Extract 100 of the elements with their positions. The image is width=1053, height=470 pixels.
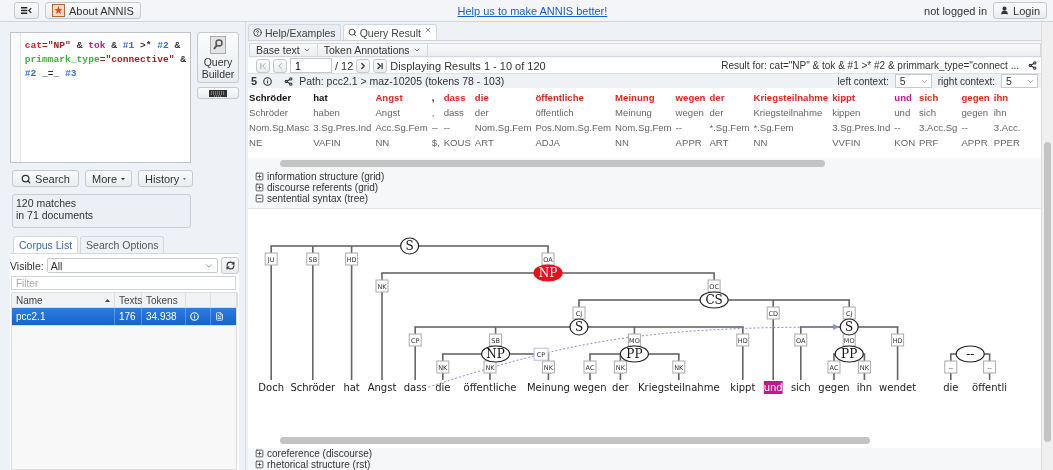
token: Schröder (290, 382, 336, 393)
filter-field[interactable]: Filter (11, 276, 236, 290)
token: öffentli (972, 382, 1008, 393)
annotation-text: Angst (375, 106, 400, 120)
annotation-text: Acc.Sg.Fem (375, 121, 428, 135)
info-icon[interactable] (263, 76, 273, 86)
menu-item[interactable]: Token Annotations (317, 44, 428, 56)
scrollbar-thumb[interactable] (280, 160, 825, 167)
refresh-button[interactable] (221, 257, 239, 274)
token-text: sich (919, 91, 939, 105)
annotation-text: -- (675, 121, 682, 135)
match-number: 5 (251, 75, 258, 87)
annotation-text: PRF (919, 136, 939, 150)
tab[interactable]: Query Result (342, 24, 437, 40)
keyboard-button[interactable] (197, 87, 239, 99)
annotation-text: Pos.Nom.Sg.Fem (535, 121, 612, 135)
annotation-text: sich (919, 106, 937, 120)
next-page-button[interactable] (356, 58, 371, 73)
syntax-node: S (569, 318, 589, 336)
column-header[interactable]: Name (12, 293, 115, 307)
magnifier-icon (210, 35, 226, 54)
first-page-icon (258, 60, 268, 71)
token-text: , (431, 91, 435, 105)
table-cell: pcc2.1 (12, 308, 115, 325)
tab[interactable]: Help/Examples (248, 24, 341, 40)
dropdown-button[interactable]: History (138, 170, 193, 187)
visible-select[interactable]: All (46, 258, 218, 273)
annotation-text: der (474, 106, 489, 120)
annotation-text: wegen (675, 106, 704, 120)
column-header[interactable]: Texts (115, 293, 142, 307)
token-text: dass (443, 91, 466, 105)
layer-toggle[interactable]: rhetorical structure (rst) (248, 459, 1041, 470)
keyboard-icon (209, 89, 227, 97)
scrollbar-thumb[interactable] (280, 437, 870, 444)
column-header[interactable]: Tokens (142, 293, 186, 307)
share-icon[interactable] (284, 76, 294, 86)
table-cell: 176 (115, 308, 142, 325)
search-icon (21, 173, 32, 184)
syntax-node: NP (481, 345, 511, 363)
share-icon[interactable] (1028, 61, 1037, 70)
annotation-text: Schröder (249, 106, 288, 120)
annotation-text: KOUS (443, 136, 471, 150)
scrollbar-thumb[interactable] (1044, 142, 1051, 442)
annotation-text: der (709, 106, 724, 120)
tab[interactable]: Corpus List (13, 236, 79, 253)
login-button[interactable]: Login (993, 2, 1047, 19)
last-page-button[interactable] (373, 58, 388, 73)
about-button[interactable]: About ANNIS (45, 2, 141, 19)
token-text: Schröder (249, 91, 292, 105)
query-editor[interactable]: cat="NP" & tok & #1 >* #2 & primmark_type="connective" & #2 _=_ #3 (10, 32, 191, 163)
right-context-select[interactable]: 5 (1001, 74, 1038, 88)
left-context-select[interactable]: 5 (894, 74, 932, 88)
document-icon[interactable] (215, 312, 224, 321)
sidebar-toggle-button[interactable] (14, 2, 39, 19)
annotation-text: ADJA (535, 136, 560, 150)
chevron-down-icon (412, 46, 421, 54)
syntax-node: S (839, 318, 859, 336)
feedback-link[interactable]: Help us to make ANNIS better! (457, 4, 608, 17)
matched-token: und (763, 381, 783, 394)
token-text: die (474, 91, 489, 105)
annotation-text: , (431, 106, 435, 120)
annotation-text: NN (615, 136, 629, 150)
layer-toggle[interactable]: coreference (discourse) (248, 448, 1041, 459)
match-path: Path: pcc2.1 > maz-10205 (tokens 78 - 103) (299, 75, 505, 87)
result-query: Result for: cat="NP" & tok & #1 >* #2 & primmark_type="connect ... (721, 60, 1019, 71)
token: wendet (879, 382, 917, 393)
query-line: cat="NP" & tok & #1 >* #2 & (24, 39, 182, 53)
expand-icon (255, 183, 264, 192)
token-text: der (709, 91, 725, 105)
annotation-text: VAFIN (313, 136, 341, 150)
page-total: / 12 (335, 59, 354, 72)
annotation-text: gegen (961, 106, 989, 120)
status-text: in 71 documents (16, 209, 95, 221)
tab[interactable]: Search Options (80, 236, 165, 253)
annotation-text: APPR (675, 136, 702, 150)
annotation-text: PPER (993, 136, 1020, 150)
query-builder-button[interactable]: Query Builder (197, 32, 239, 83)
layer-toggle[interactable]: sentential syntax (tree) (248, 193, 1041, 204)
refresh-icon (225, 261, 235, 270)
token: dass (403, 382, 427, 393)
annotation-text: Nom.Sg.Masc (249, 121, 310, 135)
token: die (435, 382, 451, 393)
corpus-row[interactable]: pcc2.1 176 34.938 (12, 308, 236, 326)
table-cell: 34.938 (142, 308, 186, 325)
last-page-icon (375, 60, 386, 71)
annotation-text: *.Sg.Fem (709, 121, 750, 135)
menu-item[interactable]: Base text (250, 44, 318, 56)
token: der (612, 382, 629, 393)
layer-toggle[interactable]: information structure (grid) (248, 171, 1041, 182)
layer-toggle[interactable]: discourse referents (grid) (248, 182, 1041, 193)
close-icon[interactable] (423, 26, 432, 34)
syntax-node: CS (699, 291, 729, 309)
page-field[interactable]: 1 (290, 58, 332, 73)
annotation-text: NN (375, 136, 390, 150)
annotation-text: 3.Acc. (993, 121, 1021, 135)
token: Doch (258, 382, 285, 393)
token-text: gegen (961, 91, 990, 105)
dropdown-button[interactable]: More (85, 170, 132, 187)
search-button[interactable]: Search (12, 170, 79, 187)
annotation-text: ihn (993, 106, 1007, 120)
